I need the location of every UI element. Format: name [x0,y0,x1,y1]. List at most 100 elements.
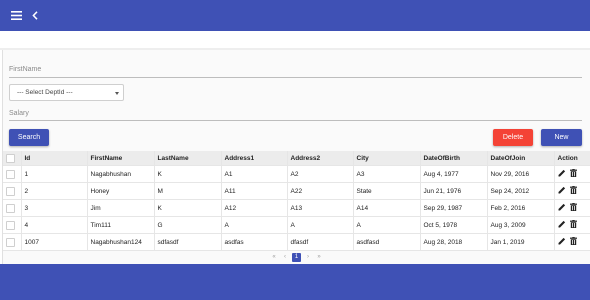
delete-trash-icon[interactable] [569,203,577,213]
delete-button[interactable]: Delete [493,129,533,146]
row-checkbox-cell[interactable] [3,182,22,200]
table-cell: A [221,216,288,234]
table-cell: A1 [221,165,288,183]
table-cell: Aug 4, 1977 [420,165,488,183]
pagination: « ‹ 1 › » [270,252,323,262]
column-header[interactable]: Id [21,151,88,166]
column-header[interactable]: City [353,151,421,166]
table-cell: 1 [21,165,88,183]
search-button[interactable]: Search [9,129,49,146]
table-row[interactable]: 3 Jim K A12 A13 A14 Sep 29, 1987 Feb 2, 2016 [3,199,590,217]
table-cell: A13 [287,199,354,217]
first-page-button[interactable]: « [270,254,278,260]
column-header[interactable]: DateOfBirth [420,151,488,166]
table-cell: A12 [221,199,288,217]
current-page-button[interactable]: 1 [292,252,301,262]
column-header[interactable]: Address1 [221,151,288,166]
employee-table: Id FirstName LastName Address1 Address2 … [3,151,590,251]
column-header[interactable]: FirstName [87,151,155,166]
row-checkbox-cell[interactable] [3,216,22,234]
chevron-left-icon[interactable] [29,0,41,31]
table-cell: A14 [353,199,421,217]
table-header-row: Id FirstName LastName Address1 Address2 … [3,151,590,166]
table-cell: dfasdf [287,233,354,251]
table-cell: Nagabhushan [87,165,155,183]
table-cell: Jim [87,199,155,217]
table-cell: Honey [87,182,155,200]
app-toolbar [0,0,590,31]
table-cell: Nov 29, 2016 [487,165,555,183]
table-cell: Sep 24, 2012 [487,182,555,200]
next-page-button[interactable]: › [304,254,312,260]
table-cell: Aug 28, 2018 [420,233,488,251]
row-checkbox-cell[interactable] [3,233,22,251]
table-cell: 3 [21,199,88,217]
table-cell: State [353,182,421,200]
row-checkbox[interactable] [6,203,15,213]
table-cell: Feb 2, 2016 [487,199,555,217]
select-all-checkbox[interactable] [6,153,15,163]
table-cell: A11 [221,182,288,200]
first-name-label: FirstName [9,66,42,73]
table-row[interactable]: 1007 Nagabhushan124 sdfasdf asdfas dfasdf asd… [3,233,590,251]
app-footer [0,264,590,300]
table-cell: Jan 1, 2019 [487,233,555,251]
table-cell: asdfasd [353,233,421,251]
row-checkbox-cell[interactable] [3,199,22,217]
table-cell: 1007 [21,233,88,251]
table-cell: Nagabhushan124 [87,233,155,251]
table-cell: asdfas [221,233,288,251]
column-header[interactable]: Address2 [287,151,354,166]
new-button[interactable]: New [541,129,582,146]
table-cell: Sep 29, 1987 [420,199,488,217]
row-actions [554,182,590,200]
dept-select[interactable]: --- Select DeptId --- [9,84,124,101]
delete-trash-icon[interactable] [569,169,577,179]
first-name-input[interactable] [9,77,582,78]
table-cell: G [154,216,222,234]
edit-pencil-icon[interactable] [558,237,566,247]
row-checkbox[interactable] [6,186,15,196]
row-actions [554,199,590,217]
table-cell: Oct 5, 1978 [420,216,488,234]
table-row[interactable]: 2 Honey M A11 A22 State Jun 21, 1976 Sep 24, 20… [3,182,590,200]
edit-pencil-icon[interactable] [558,186,566,196]
select-all-checkbox-cell[interactable] [3,151,22,166]
delete-trash-icon[interactable] [569,237,577,247]
dropdown-caret-icon [115,90,119,97]
salary-input[interactable] [9,120,582,121]
table-cell: A [287,216,354,234]
column-header: Action [554,151,590,166]
hamburger-menu-icon[interactable] [8,0,24,31]
table-cell: A2 [287,165,354,183]
column-header[interactable]: DateOfJoin [487,151,555,166]
table-cell: M [154,182,222,200]
table-cell: Aug 3, 2009 [487,216,555,234]
delete-trash-icon[interactable] [569,186,577,196]
last-page-button[interactable]: » [315,254,323,260]
toolbar-spacer [0,31,590,48]
salary-label: Salary [9,110,29,117]
column-header[interactable]: LastName [154,151,222,166]
row-checkbox[interactable] [6,220,15,230]
table-row[interactable]: 1 Nagabhushan K A1 A2 A3 Aug 4, 1977 Nov 29, 20… [3,165,590,183]
row-checkbox[interactable] [6,169,15,179]
delete-trash-icon[interactable] [569,220,577,230]
table-row[interactable]: 4 Tim111 G A A A Oct 5, 1978 Aug 3, 2009 [3,216,590,234]
row-actions [554,165,590,183]
prev-page-button[interactable]: ‹ [281,254,289,260]
edit-pencil-icon[interactable] [558,169,566,179]
table-cell: A [353,216,421,234]
table-cell: Tim111 [87,216,155,234]
table-cell: A22 [287,182,354,200]
row-checkbox[interactable] [6,237,15,247]
dept-select-value: --- Select DeptId --- [17,89,73,96]
edit-pencil-icon[interactable] [558,220,566,230]
row-actions [554,216,590,234]
table-cell: K [154,165,222,183]
table-cell: sdfasdf [154,233,222,251]
edit-pencil-icon[interactable] [558,203,566,213]
table-cell: 4 [21,216,88,234]
table-cell: A3 [353,165,421,183]
row-checkbox-cell[interactable] [3,165,22,183]
